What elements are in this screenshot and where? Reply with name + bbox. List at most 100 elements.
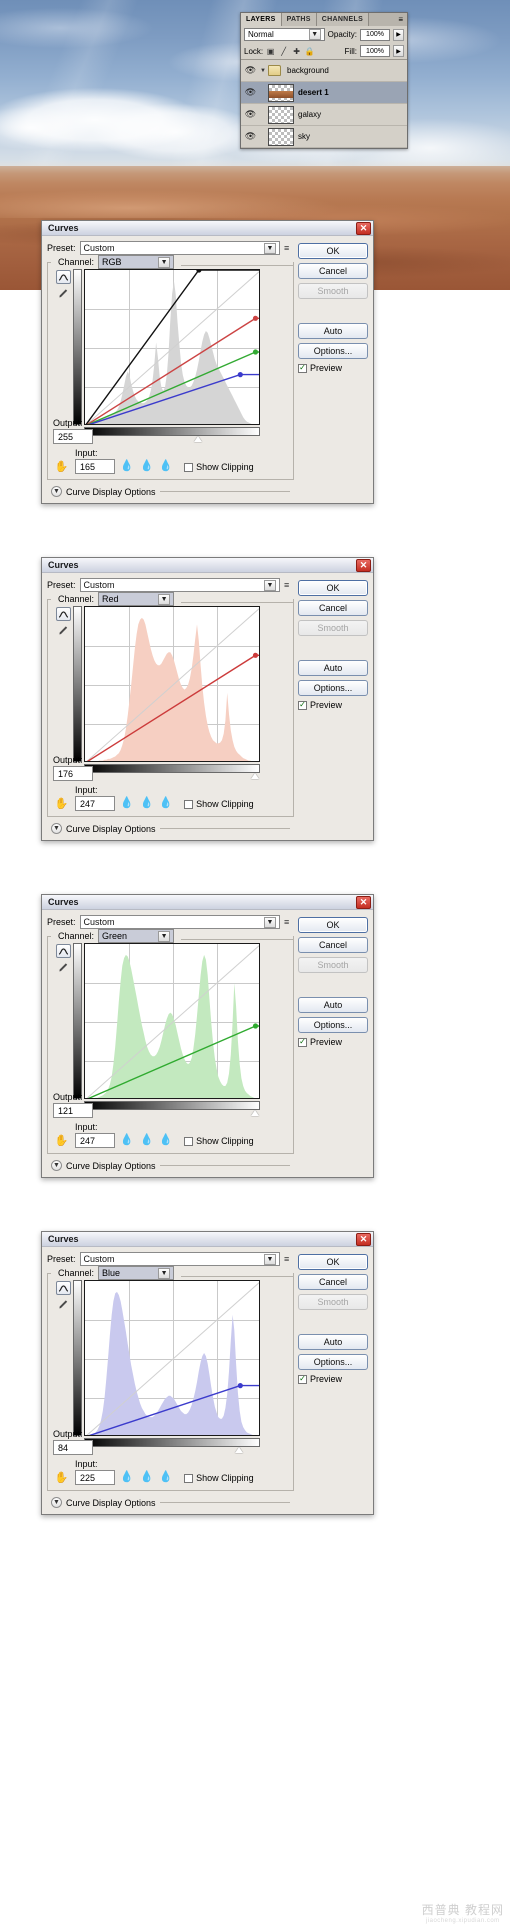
opacity-stepper-icon[interactable]: ▶ — [393, 28, 404, 41]
input-sliders[interactable] — [80, 1447, 260, 1455]
layer-thumbnail[interactable] — [268, 83, 294, 102]
curve-plot-wrapper[interactable] — [80, 606, 260, 781]
gray-point-eyedropper-icon[interactable]: 💧 — [140, 1133, 154, 1146]
layers-panel-tabs[interactable]: LAYERS PATHS CHANNELS ≡ — [241, 13, 407, 26]
dialog-title-bar[interactable]: Curves ✕ — [42, 1232, 373, 1247]
curve-point-tool-icon[interactable] — [55, 607, 71, 621]
tab-channels[interactable]: CHANNELS — [316, 13, 370, 26]
auto-button[interactable]: Auto — [298, 1334, 368, 1350]
curve-display-options-row[interactable]: ▼ Curve Display Options — [47, 1497, 294, 1510]
close-icon[interactable]: ✕ — [356, 895, 371, 909]
eyedropper-tools[interactable]: 💧 💧 💧 — [120, 1133, 173, 1148]
preset-row[interactable]: Preset: Custom ▼ ≡ — [47, 1252, 294, 1266]
curve-canvas[interactable] — [85, 607, 260, 762]
curve-bottom-row[interactable]: ✋ Input: 165 💧 💧 💧 Show Clipping — [53, 448, 288, 474]
channel-select[interactable]: Green ▼ — [98, 929, 175, 943]
chevron-down-icon[interactable]: ▼ — [264, 916, 276, 928]
opacity-input[interactable]: 100% — [360, 28, 390, 41]
curve-bottom-row[interactable]: ✋ Input: 225 💧 💧 💧 Show Clipping — [53, 1459, 288, 1485]
curve-canvas[interactable] — [85, 270, 260, 425]
chevron-down-icon[interactable]: ▼ — [158, 1267, 171, 1279]
output-input[interactable]: 121 — [53, 1103, 93, 1118]
chevron-down-icon[interactable]: ▼ — [258, 68, 268, 74]
gray-point-eyedropper-icon[interactable]: 💧 — [140, 459, 154, 472]
preview-checkbox[interactable] — [298, 1374, 307, 1384]
white-point-eyedropper-icon[interactable]: 💧 — [159, 1133, 173, 1146]
chevron-down-icon[interactable]: ▼ — [158, 256, 171, 268]
preset-select[interactable]: Custom ▼ — [79, 915, 280, 929]
input-input[interactable]: 225 — [75, 1470, 115, 1485]
eyedropper-tools[interactable]: 💧 💧 💧 — [120, 1470, 173, 1485]
layer-thumbnail[interactable] — [268, 105, 294, 124]
black-point-eyedropper-icon[interactable]: 💧 — [120, 1470, 134, 1483]
gray-point-eyedropper-icon[interactable]: 💧 — [140, 796, 154, 809]
preset-row[interactable]: Preset: Custom ▼ ≡ — [47, 241, 294, 255]
dialog-title-bar[interactable]: Curves ✕ — [42, 558, 373, 573]
pencil-tool-icon[interactable] — [56, 960, 71, 974]
curves-dialog-red[interactable]: Curves ✕ Preset: Custom ▼ ≡ Channel: Red… — [41, 557, 374, 841]
preview-row[interactable]: Preview — [298, 1374, 368, 1384]
chevron-down-icon[interactable]: ▼ — [51, 1497, 62, 1508]
on-image-adjustment-hand-icon[interactable]: ✋ — [53, 1469, 70, 1485]
chevron-down-icon[interactable]: ▼ — [51, 823, 62, 834]
blend-mode-select[interactable]: Normal ▼ — [244, 28, 325, 41]
list-item[interactable]: 👁 sky — [241, 126, 407, 148]
curves-dialog-green[interactable]: Curves ✕ Preset: Custom ▼ ≡ Channel: Gre… — [41, 894, 374, 1178]
preset-row[interactable]: Preset: Custom ▼ ≡ — [47, 915, 294, 929]
curve-display-options-row[interactable]: ▼ Curve Display Options — [47, 823, 294, 836]
channel-select[interactable]: RGB ▼ — [98, 255, 175, 269]
on-image-adjustment-hand-icon[interactable]: ✋ — [53, 795, 70, 811]
white-point-eyedropper-icon[interactable]: 💧 — [159, 459, 173, 472]
options-button[interactable]: Options... — [298, 680, 368, 696]
curve-plot-wrapper[interactable] — [80, 1280, 260, 1455]
ok-button[interactable]: OK — [298, 1254, 368, 1270]
preset-options-menu-icon[interactable]: ≡ — [284, 917, 294, 928]
close-icon[interactable]: ✕ — [356, 221, 371, 235]
tab-layers[interactable]: LAYERS — [241, 13, 282, 26]
curve-plot[interactable] — [84, 269, 260, 425]
lock-row[interactable]: Lock: ▣ ╱ ✚ 🔒 Fill: 100% ▶ — [241, 43, 407, 59]
fill-stepper-icon[interactable]: ▶ — [393, 45, 404, 57]
chevron-down-icon[interactable]: ▼ — [158, 593, 171, 605]
input-sliders[interactable] — [80, 773, 260, 781]
preview-checkbox[interactable] — [298, 700, 307, 710]
show-clipping-checkbox[interactable] — [184, 1136, 194, 1146]
auto-button[interactable]: Auto — [298, 660, 368, 676]
preview-row[interactable]: Preview — [298, 1037, 368, 1047]
curve-canvas[interactable] — [85, 944, 260, 1099]
blend-mode-row[interactable]: Normal ▼ Opacity: 100% ▶ — [241, 26, 407, 43]
preview-row[interactable]: Preview — [298, 700, 368, 710]
dialog-title-bar[interactable]: Curves ✕ — [42, 895, 373, 910]
pencil-tool-icon[interactable] — [56, 623, 71, 637]
panel-menu-icon[interactable]: ≡ — [394, 13, 407, 26]
eye-icon[interactable]: 👁 — [243, 131, 258, 142]
curve-point-tool-icon[interactable] — [55, 270, 71, 284]
show-clipping-row[interactable]: Show Clipping — [184, 462, 254, 474]
output-input[interactable]: 176 — [53, 766, 93, 781]
output-block[interactable]: Output: 121 — [53, 1092, 99, 1118]
curve-point-tool-icon[interactable] — [55, 944, 71, 958]
options-button[interactable]: Options... — [298, 1354, 368, 1370]
preset-options-menu-icon[interactable]: ≡ — [284, 1254, 294, 1265]
show-clipping-checkbox[interactable] — [184, 1473, 194, 1483]
layers-list[interactable]: 👁 ▼ background 👁 desert 1 👁 galaxy 👁 sky — [241, 59, 407, 148]
curve-canvas[interactable] — [85, 1281, 260, 1436]
curve-plot-wrapper[interactable] — [80, 269, 260, 444]
cancel-button[interactable]: Cancel — [298, 263, 368, 279]
pencil-tool-icon[interactable] — [56, 286, 71, 300]
curve-bottom-row[interactable]: ✋ Input: 247 💧 💧 💧 Show Clipping — [53, 785, 288, 811]
chevron-down-icon[interactable]: ▼ — [264, 579, 276, 591]
curve-plot[interactable] — [84, 1280, 260, 1436]
gray-point-eyedropper-icon[interactable]: 💧 — [140, 1470, 154, 1483]
white-point-slider[interactable] — [250, 1110, 259, 1116]
on-image-adjustment-hand-icon[interactable]: ✋ — [53, 458, 70, 474]
input-input[interactable]: 165 — [75, 459, 115, 474]
cancel-button[interactable]: Cancel — [298, 937, 368, 953]
preset-row[interactable]: Preset: Custom ▼ ≡ — [47, 578, 294, 592]
options-button[interactable]: Options... — [298, 343, 368, 359]
lock-all-padlock-icon[interactable]: 🔒 — [305, 47, 315, 56]
show-clipping-checkbox[interactable] — [184, 799, 194, 809]
preset-select[interactable]: Custom ▼ — [79, 1252, 280, 1266]
close-icon[interactable]: ✕ — [356, 558, 371, 572]
chevron-down-icon[interactable]: ▼ — [264, 242, 276, 254]
